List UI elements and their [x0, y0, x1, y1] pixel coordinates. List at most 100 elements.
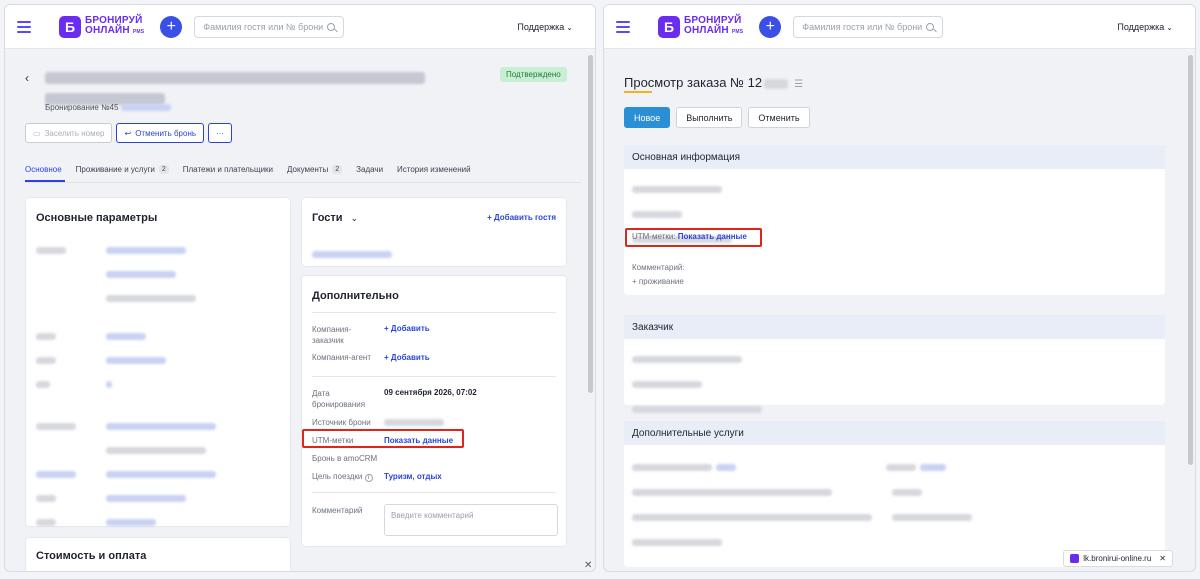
- site-favicon-icon: [1070, 554, 1080, 563]
- cost-title: Стоимость и оплата: [36, 550, 147, 562]
- right-window: Б БРОНИРУЙ ОНЛАЙН PMS + Фамилия гостя ил…: [603, 4, 1196, 572]
- add-label: Добавить: [390, 353, 430, 362]
- main-params-blurred-content: [36, 242, 276, 571]
- tab-payments[interactable]: Платежи и плательщики: [183, 165, 273, 174]
- search-icon[interactable]: [327, 22, 336, 31]
- additional-card: Дополнительно Компания-заказчик + Добави…: [301, 275, 567, 547]
- search-icon[interactable]: [926, 22, 935, 31]
- order-title: Просмотр заказа № 12 ☰: [624, 75, 803, 90]
- tab-label: Основное: [25, 165, 62, 174]
- logo[interactable]: Б БРОНИРУЙ ОНЛАЙН PMS: [59, 15, 144, 38]
- undo-icon: ↩: [124, 128, 132, 138]
- logo-mark-icon: Б: [658, 15, 680, 38]
- action-row: ▭ Заселить номер ↩ Отменить бронь ···: [25, 123, 233, 143]
- main-params-title: Основные параметры: [36, 212, 158, 224]
- add-company-agent-button[interactable]: + Добавить: [384, 353, 430, 362]
- comment-value: + проживание: [632, 277, 684, 286]
- tab-documents[interactable]: Документы 2: [287, 165, 343, 174]
- comment-input[interactable]: Введите комментарий: [384, 504, 558, 536]
- amocrm-label: Бронь в amoCRM: [312, 454, 378, 463]
- support-label: Поддержка: [517, 21, 565, 32]
- booking-date-label: Дата бронирования: [312, 389, 366, 409]
- tab-tasks[interactable]: Задачи: [356, 165, 383, 174]
- additional-title: Дополнительно: [312, 290, 399, 302]
- tab-stay[interactable]: Проживание и услуги 2: [76, 165, 169, 174]
- guests-header[interactable]: Гости ⌄: [312, 212, 358, 224]
- cancel-booking-button[interactable]: ↩ Отменить бронь: [116, 123, 205, 143]
- info-icon[interactable]: i: [364, 474, 373, 482]
- close-icon[interactable]: ✕: [584, 560, 592, 571]
- tab-history[interactable]: История изменений: [397, 165, 471, 174]
- customer-blurred: [632, 351, 762, 419]
- scrollbar[interactable]: [588, 55, 593, 393]
- tab-label: Платежи и плательщики: [182, 165, 274, 174]
- support-menu[interactable]: Поддержка ⌄: [517, 22, 573, 32]
- tab-label: История изменений: [397, 165, 471, 174]
- more-button[interactable]: ···: [208, 123, 233, 143]
- menu-icon[interactable]: [616, 20, 630, 33]
- cost-card: Стоимость и оплата: [25, 537, 291, 571]
- tab-divider: [25, 182, 581, 183]
- tab-label: Задачи: [356, 165, 384, 174]
- customer-card: Заказчик: [624, 315, 1165, 414]
- status-badge: Подтверждено: [500, 67, 567, 82]
- list-icon[interactable]: ☰: [794, 79, 803, 90]
- site-url-badge[interactable]: lk.bronirui-online.ru ✕: [1063, 550, 1173, 567]
- close-icon[interactable]: ✕: [1159, 554, 1166, 563]
- divider: [312, 376, 556, 377]
- comment-label: Комментарий: [312, 506, 363, 515]
- company-customer-label: Компания-заказчик: [312, 325, 352, 345]
- tab-badge: 2: [332, 165, 343, 174]
- plus-icon: +: [384, 353, 391, 362]
- source-value: [384, 418, 444, 427]
- add-company-customer-button[interactable]: + Добавить: [384, 324, 430, 333]
- guest-row[interactable]: [312, 246, 392, 264]
- chevron-down-icon: ⌄: [566, 22, 573, 32]
- search-input[interactable]: Фамилия гостя или № брони: [194, 15, 345, 38]
- search-input[interactable]: Фамилия гостя или № брони: [793, 15, 944, 38]
- divider: [312, 312, 556, 313]
- logo-pms: PMS: [731, 29, 744, 35]
- create-button[interactable]: +: [160, 15, 183, 38]
- company-agent-label: Компания-агент: [312, 353, 371, 362]
- checkin-button[interactable]: ▭ Заселить номер: [25, 123, 113, 143]
- add-guest-label: Добавить гостя: [493, 213, 556, 222]
- plus-icon: +: [487, 213, 494, 222]
- services-header: Дополнительные услуги: [624, 421, 1165, 445]
- utm-highlight-box: [302, 429, 464, 448]
- basic-info-header: Основная информация: [624, 145, 1165, 169]
- basic-info-card: Основная информация UTM-метки: Показать …: [624, 145, 1165, 295]
- menu-icon[interactable]: [17, 20, 31, 33]
- add-guest-button[interactable]: + Добавить гостя: [487, 213, 556, 222]
- tab-label: Документы: [287, 165, 329, 174]
- main-params-card: Основные параметры: [25, 197, 291, 569]
- new-button[interactable]: Новое: [624, 107, 671, 128]
- plus-icon: +: [384, 324, 391, 333]
- tab-main[interactable]: Основное: [25, 165, 62, 174]
- support-menu[interactable]: Поддержка ⌄: [1117, 22, 1173, 32]
- booking-number-label: Бронирование №45: [45, 103, 119, 112]
- scrollbar[interactable]: [1188, 55, 1193, 465]
- booking-title: [45, 69, 425, 105]
- order-actions: Новое Выполнить Отменить: [624, 107, 816, 128]
- back-icon[interactable]: ‹: [25, 71, 29, 85]
- create-button[interactable]: +: [759, 15, 782, 38]
- support-label: Поддержка: [1117, 21, 1165, 32]
- tab-badge: 2: [158, 165, 169, 174]
- logo-line2: ОНЛАЙН: [85, 25, 130, 36]
- execute-button[interactable]: Выполнить: [676, 107, 743, 128]
- cancel-order-button[interactable]: Отменить: [748, 107, 810, 128]
- checkin-label: Заселить номер: [44, 128, 105, 138]
- guests-card: Гости ⌄ + Добавить гостя: [301, 197, 567, 267]
- site-url: lk.bronirui-online.ru: [1083, 554, 1152, 563]
- services-card: Дополнительные услуги: [624, 421, 1165, 567]
- search-placeholder: Фамилия гостя или № брони: [802, 21, 923, 32]
- booking-date-value: 09 сентября 2026, 07:02: [384, 388, 477, 397]
- title-underline: [624, 91, 652, 93]
- order-title-text: Просмотр заказа № 12: [624, 75, 763, 90]
- logo-mark-icon: Б: [59, 15, 81, 38]
- logo[interactable]: Б БРОНИРУЙ ОНЛАЙН PMS: [658, 15, 744, 38]
- divider: [312, 492, 556, 493]
- tab-label: Проживание и услуги: [75, 165, 155, 174]
- trip-purpose-value[interactable]: Туризм, отдых: [384, 472, 442, 481]
